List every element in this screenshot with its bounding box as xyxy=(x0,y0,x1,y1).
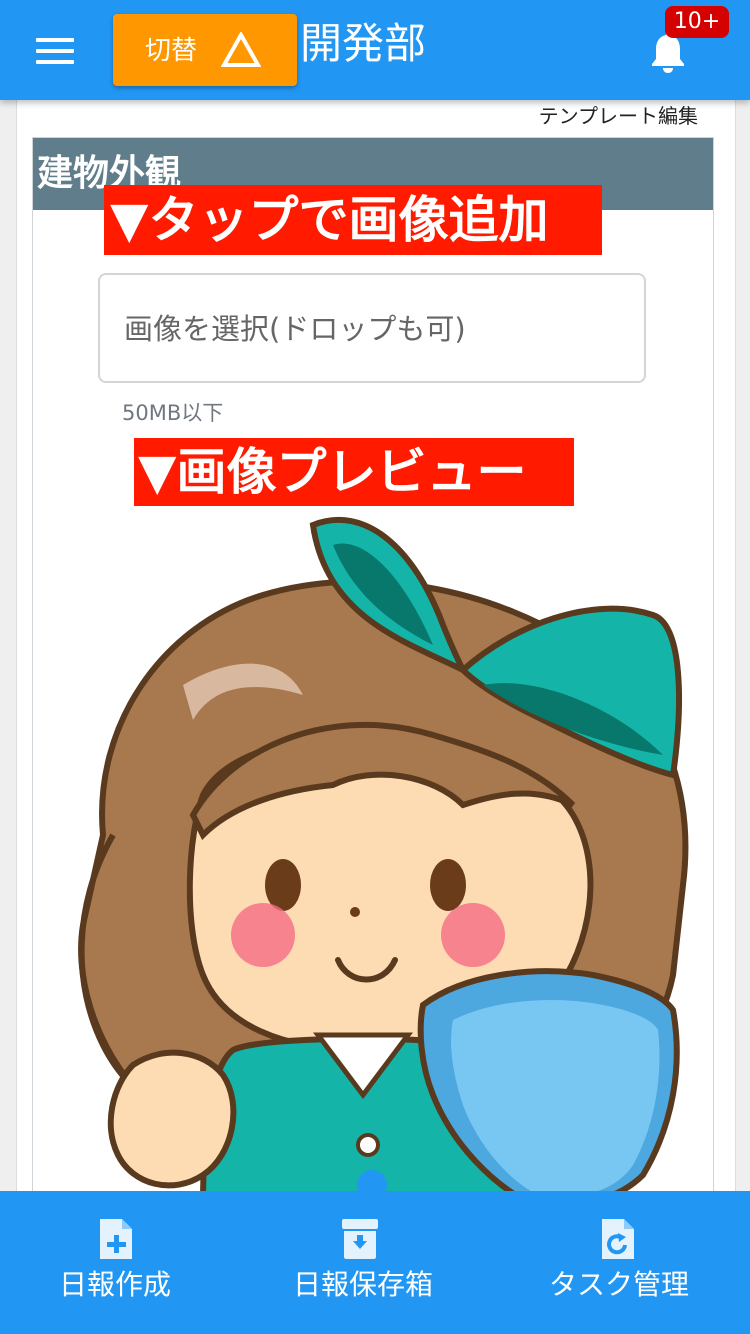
preview-image xyxy=(78,517,689,1205)
file-refresh-icon xyxy=(602,1219,634,1259)
nav-item-report-archive[interactable]: 日報保存箱 xyxy=(250,1191,500,1334)
nav-item-task-management[interactable]: タスク管理 xyxy=(500,1191,750,1334)
archive-box-icon xyxy=(342,1219,378,1259)
switch-button[interactable]: 切替 xyxy=(113,14,297,86)
page-title: 開発部 xyxy=(300,19,427,68)
annotation-add-image: ▼タップで画像追加 xyxy=(104,185,602,255)
warning-triangle-icon xyxy=(221,32,261,67)
app: 切替 開発部 10+ テンプレート編集 建物外観 ▼タップで画像追加 画像を選択… xyxy=(0,0,750,1334)
switch-button-label: 切替 xyxy=(145,36,198,66)
notification-badge[interactable]: 10+ xyxy=(665,6,729,38)
nav-item-label: タスク管理 xyxy=(548,1268,689,1301)
image-file-input[interactable]: 画像を選択(ドロップも可) xyxy=(98,273,646,383)
annotation-image-preview: ▼画像プレビュー xyxy=(134,438,574,506)
file-size-note: 50MB以下 xyxy=(122,401,224,425)
blue-dot xyxy=(357,1170,387,1200)
file-plus-icon xyxy=(100,1219,132,1259)
file-input-placeholder: 画像を選択(ドロップも可) xyxy=(124,312,466,346)
nav-item-create-report[interactable]: 日報作成 xyxy=(0,1191,250,1334)
bottom-nav: 日報作成 日報保存箱 タスク管理 xyxy=(0,1191,750,1334)
nav-item-label: 日報作成 xyxy=(58,1268,171,1301)
template-edit-link[interactable]: テンプレート編集 xyxy=(539,104,698,128)
hamburger-menu-icon[interactable] xyxy=(36,38,74,64)
nav-item-label: 日報保存箱 xyxy=(292,1268,433,1301)
app-header: 切替 開発部 10+ xyxy=(0,0,750,100)
